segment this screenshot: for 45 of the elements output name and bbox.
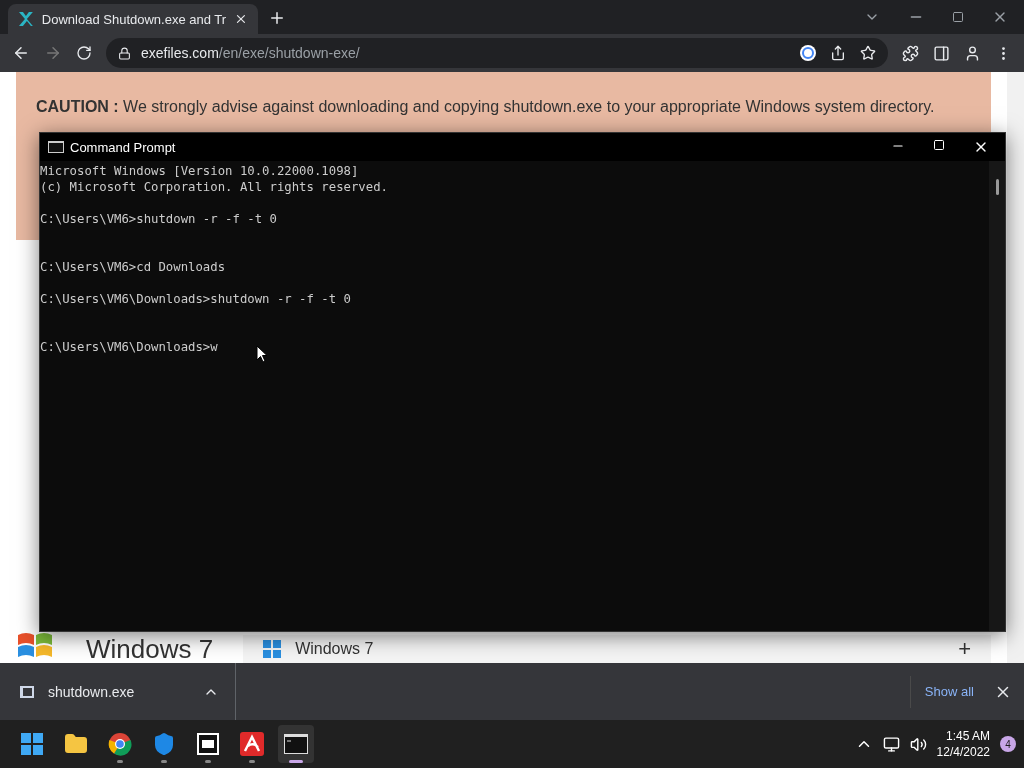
site-icon bbox=[18, 11, 34, 27]
address-bar[interactable]: exefiles.com/en/exe/shutdown-exe/ bbox=[106, 38, 888, 68]
console-line: C:\Users\VM6>shutdown -r -f -t 0 bbox=[40, 211, 277, 227]
windows-logo-text: Windows 7 bbox=[86, 635, 214, 663]
share-icon[interactable] bbox=[830, 45, 846, 61]
google-icon[interactable] bbox=[800, 45, 816, 61]
reload-icon[interactable] bbox=[76, 45, 92, 61]
console-line: (c) Microsoft Corporation. All rights reserved. bbox=[40, 179, 388, 195]
maximize-icon[interactable] bbox=[933, 139, 945, 151]
browser-tab[interactable]: Download Shutdown.exe and Tr bbox=[8, 4, 258, 34]
console-line: C:\Users\VM6\Downloads>w bbox=[40, 339, 218, 355]
window-title: Command Prompt bbox=[70, 139, 176, 155]
file-icon bbox=[20, 685, 34, 698]
clock[interactable]: 1:45 AM 12/4/2022 bbox=[936, 728, 990, 760]
start-icon[interactable] bbox=[21, 733, 43, 755]
terminal-icon[interactable] bbox=[284, 734, 308, 754]
back-icon[interactable] bbox=[12, 44, 30, 62]
new-tab-icon[interactable] bbox=[268, 9, 286, 27]
restore-icon[interactable] bbox=[952, 11, 964, 23]
extensions-icon[interactable] bbox=[902, 44, 919, 62]
bookmark-icon[interactable] bbox=[860, 45, 876, 61]
shield-icon[interactable] bbox=[152, 732, 176, 756]
list-item[interactable]: Windows 7 + bbox=[243, 635, 991, 663]
forward-icon[interactable] bbox=[44, 44, 62, 62]
side-panel-icon[interactable] bbox=[933, 44, 950, 62]
url-text: exefiles.com/en/exe/shutdown-exe/ bbox=[141, 45, 360, 61]
chrome-icon[interactable] bbox=[108, 732, 132, 756]
caution-text: CAUTION : We strongly advise against downloading and copying shutdown.exe to your appropriate Windows system directory. bbox=[36, 97, 936, 117]
profile-icon[interactable] bbox=[964, 44, 981, 62]
windows-icon bbox=[263, 640, 282, 658]
folder-icon[interactable] bbox=[64, 732, 88, 756]
notification-badge[interactable]: 4 bbox=[1000, 736, 1016, 752]
close-tab-icon[interactable] bbox=[234, 12, 248, 26]
mouse-pointer-icon bbox=[256, 345, 268, 363]
volume-icon[interactable] bbox=[909, 735, 927, 753]
network-icon[interactable] bbox=[882, 735, 900, 753]
console-line: C:\Users\VM6>cd Downloads bbox=[40, 259, 226, 275]
expand-button[interactable]: + bbox=[958, 636, 971, 662]
console-line: Microsoft Windows [Version 10.0.22000.1098] bbox=[40, 163, 359, 179]
tab-title: Download Shutdown.exe and Tr bbox=[41, 11, 227, 27]
console-icon bbox=[48, 141, 64, 153]
lock-icon bbox=[118, 46, 131, 60]
show-all-link[interactable]: Show all bbox=[909, 675, 988, 708]
console-line: C:\Users\VM6\Downloads>shutdown -r -f -t 0 bbox=[40, 291, 351, 307]
list-item-label: Windows 7 bbox=[295, 640, 374, 658]
